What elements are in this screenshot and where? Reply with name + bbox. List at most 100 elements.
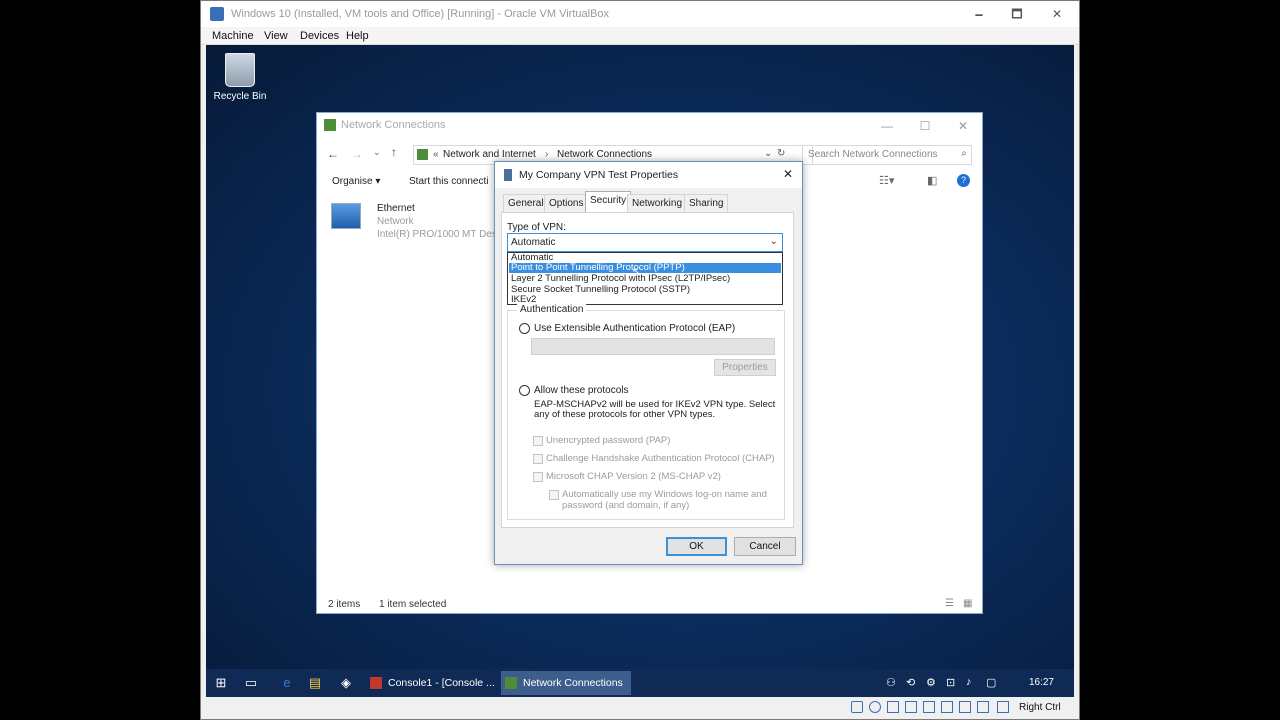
- tab-general[interactable]: General: [503, 194, 549, 212]
- cpu-icon[interactable]: [977, 701, 989, 713]
- vpn-option-l2tp[interactable]: Layer 2 Tunnelling Protocol with IPsec (…: [509, 274, 781, 284]
- file-explorer-icon[interactable]: ▤: [306, 674, 324, 692]
- vbox-titlebar[interactable]: Windows 10 (Installed, VM tools and Offi…: [201, 1, 1079, 27]
- up-arrow-icon[interactable]: ↑: [391, 145, 397, 159]
- eap-method-select: [531, 338, 775, 355]
- pap-label: Unencrypted password (PAP): [546, 435, 671, 446]
- vpn-type-select[interactable]: Automatic ⌄: [507, 233, 783, 252]
- tray-volume-icon[interactable]: ♪: [966, 676, 972, 688]
- back-arrow-icon[interactable]: ←: [327, 147, 339, 161]
- tab-networking[interactable]: Networking: [627, 194, 688, 212]
- forward-arrow-icon[interactable]: →: [351, 147, 363, 161]
- organise-button[interactable]: Organise ▾: [332, 176, 380, 187]
- ikev2-note-line2: any of these protocols for other VPN typ…: [534, 409, 716, 420]
- breadcrumb-network-and-internet[interactable]: Network and Internet: [443, 149, 536, 160]
- taskbar-console1-label: Console1 - [Console ...: [388, 677, 495, 689]
- taskbar-network-connections[interactable]: Network Connections: [501, 671, 631, 695]
- address-overflow-icon: «: [433, 149, 439, 160]
- vpn-option-pptp[interactable]: Point to Point Tunnelling Protocol (PPTP…: [509, 263, 781, 273]
- vbox-menubar: Machine View Devices Help: [201, 27, 1079, 45]
- vbox-close-button[interactable]: ✕: [1037, 4, 1077, 24]
- video-capture-icon[interactable]: [959, 701, 971, 713]
- menu-devices[interactable]: Devices: [300, 30, 339, 42]
- cancel-button[interactable]: Cancel: [734, 537, 796, 556]
- explorer-close-button[interactable]: ✕: [945, 116, 981, 136]
- connection-type: Network: [377, 216, 414, 227]
- tab-security[interactable]: Security: [585, 191, 632, 213]
- virtualbox-icon: [210, 7, 224, 21]
- ok-button[interactable]: OK: [666, 537, 727, 556]
- vbox-statusbar: Right Ctrl: [201, 697, 1079, 719]
- tab-options[interactable]: Options: [544, 194, 589, 212]
- breadcrumb-separator-icon: ›: [545, 149, 549, 160]
- chevron-down-icon: ⌄: [769, 236, 778, 247]
- vpn-option-sstp[interactable]: Secure Socket Tunnelling Protocol (SSTP): [509, 285, 781, 295]
- network-adapter-status-icon[interactable]: [905, 701, 917, 713]
- vbox-minimize-button[interactable]: 🗕: [959, 4, 999, 24]
- host-key-label: Right Ctrl: [1019, 702, 1061, 713]
- auto-logon-line1: Automatically use my Windows log-on name…: [562, 489, 767, 500]
- chap-checkbox: [533, 454, 543, 464]
- vbox-title: Windows 10 (Installed, VM tools and Offi…: [231, 8, 610, 20]
- menu-view[interactable]: View: [264, 30, 288, 42]
- task-view-icon[interactable]: ▭: [242, 674, 260, 692]
- menu-help[interactable]: Help: [346, 30, 369, 42]
- tray-update-icon[interactable]: ⟲: [906, 676, 915, 689]
- search-input[interactable]: Search Network Connections ⌕: [802, 145, 972, 165]
- help-icon[interactable]: ?: [957, 174, 970, 187]
- usb-icon[interactable]: [887, 701, 899, 713]
- vpn-option-automatic[interactable]: Automatic: [509, 253, 781, 263]
- dialog-close-button[interactable]: ✕: [783, 167, 793, 181]
- network-adapter-icon: [331, 203, 361, 229]
- allow-protocols-radio[interactable]: [519, 385, 530, 396]
- breadcrumb-network-connections[interactable]: Network Connections: [557, 149, 652, 160]
- start-windows-icon[interactable]: ⊞: [212, 674, 230, 692]
- virtualbox-window: Windows 10 (Installed, VM tools and Offi…: [200, 0, 1080, 720]
- store-icon[interactable]: ◈: [337, 674, 355, 692]
- guest-desktop: Recycle Bin Network Connections — ☐ ✕ ← …: [206, 45, 1074, 669]
- taskbar-clock[interactable]: 16:27: [1029, 677, 1054, 688]
- dialog-titlebar[interactable]: My Company VPN Test Properties ✕: [495, 162, 802, 188]
- explorer-maximize-button[interactable]: ☐: [907, 116, 943, 136]
- tray-notifications-icon[interactable]: ▢: [986, 676, 996, 689]
- connection-name: Ethernet: [377, 203, 415, 214]
- mmc-console-icon: [370, 677, 382, 689]
- vbox-maximize-button[interactable]: 🗖: [997, 4, 1037, 24]
- start-connection-button[interactable]: Start this connecti: [409, 176, 488, 187]
- guest-taskbar: ⊞ ▭ e ▤ ◈ Console1 - [Console ... Networ…: [206, 669, 1074, 697]
- details-view-icon[interactable]: ☰: [945, 598, 954, 609]
- vpn-type-label: Type of VPN:: [507, 222, 566, 233]
- address-network-icon: [417, 149, 428, 160]
- eap-radio[interactable]: [519, 323, 530, 334]
- explorer-minimize-button[interactable]: —: [869, 116, 905, 136]
- tray-people-icon[interactable]: ⚇: [886, 676, 896, 689]
- optical-drive-icon[interactable]: [869, 701, 881, 713]
- preview-pane-icon[interactable]: ◧: [927, 174, 937, 187]
- item-count: 2 items: [328, 599, 361, 610]
- eap-properties-button: Properties: [714, 359, 776, 376]
- tray-network-icon[interactable]: ⊡: [946, 676, 955, 689]
- menu-machine[interactable]: Machine: [212, 30, 254, 42]
- address-dropdown-icon[interactable]: ⌄: [764, 148, 772, 159]
- search-icon: ⌕: [961, 148, 967, 159]
- eap-radio-label: Use Extensible Authentication Protocol (…: [534, 323, 736, 334]
- large-icons-view-icon[interactable]: ▦: [963, 598, 972, 609]
- tray-app-icon[interactable]: ⚙: [926, 676, 936, 689]
- change-view-icon[interactable]: ☷▾: [879, 174, 894, 187]
- shared-folders-icon[interactable]: [923, 701, 935, 713]
- recent-dropdown-icon[interactable]: ⌄: [373, 147, 381, 158]
- hard-disk-icon[interactable]: [851, 701, 863, 713]
- refresh-icon[interactable]: ↻: [777, 148, 785, 159]
- mouse-cursor-icon: ↖: [632, 266, 642, 278]
- taskbar-console1[interactable]: Console1 - [Console ...: [366, 671, 496, 695]
- recycle-bin-shortcut[interactable]: Recycle Bin: [212, 53, 268, 102]
- display-icon[interactable]: [941, 701, 953, 713]
- edge-browser-icon[interactable]: e: [278, 674, 296, 692]
- mschap-checkbox: [533, 472, 543, 482]
- ethernet-connection-item[interactable]: Ethernet Network Intel(R) PRO/1000 MT De…: [331, 203, 502, 241]
- mouse-integration-icon[interactable]: [997, 701, 1009, 713]
- vpn-type-dropdown-list: Automatic Point to Point Tunnelling Prot…: [507, 252, 783, 305]
- tab-sharing[interactable]: Sharing: [684, 194, 729, 212]
- authentication-legend: Authentication: [517, 304, 587, 315]
- auto-logon-line2: password (and domain, if any): [562, 500, 690, 511]
